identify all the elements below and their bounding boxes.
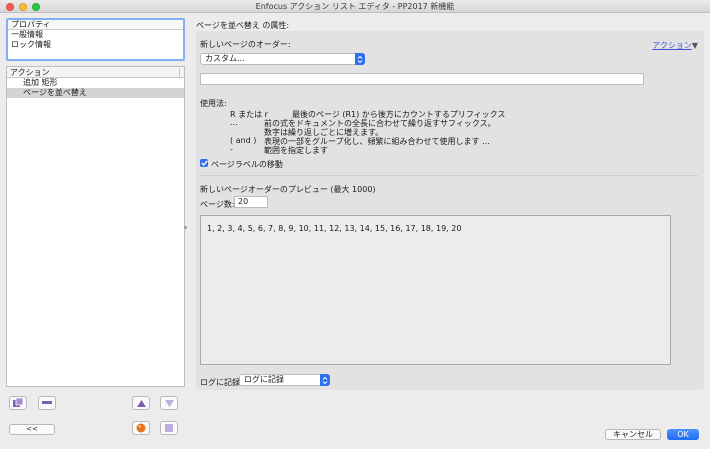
move-up-button[interactable] (132, 396, 150, 410)
usage-label: 使用法: (200, 99, 227, 108)
log-label: ログに記録 (200, 378, 240, 387)
stop-square-icon (165, 424, 173, 432)
stop-action-button[interactable] (160, 421, 178, 435)
divider (200, 175, 698, 176)
properties-item-general[interactable]: 一般情報 (8, 30, 183, 40)
move-labels-checkbox[interactable] (200, 159, 208, 167)
move-down-button[interactable] (160, 396, 178, 410)
usage-desc: 範囲を指定します (264, 146, 328, 155)
actions-header-label: アクション (10, 68, 50, 77)
custom-order-input[interactable] (200, 73, 644, 85)
properties-item-lock[interactable]: ロック情報 (8, 40, 183, 50)
window-title: Enfocus アクション リスト エディタ - PP2017 新機能 (255, 2, 455, 11)
order-label: 新しいページのオーダー: (200, 40, 291, 49)
triangle-up-icon (136, 399, 146, 407)
preview-area: 1, 2, 3, 4, 5, 6, 7, 8, 9, 10, 11, 12, 1… (200, 215, 671, 365)
preview-text: 1, 2, 3, 4, 5, 6, 7, 8, 9, 10, 11, 12, 1… (207, 224, 462, 233)
column-separator (179, 68, 180, 77)
triangle-down-icon: ▼ (691, 41, 698, 50)
cancel-button[interactable]: キャンセル (605, 429, 661, 440)
checkmark-icon (200, 160, 208, 166)
chevron-updown-icon (355, 53, 365, 65)
action-menu-label: アクション (652, 41, 692, 50)
action-item-add-rectangle[interactable]: 追加 矩形 (7, 78, 184, 88)
add-action-button[interactable] (9, 396, 27, 410)
triangle-down-icon (164, 399, 174, 407)
ok-button[interactable]: OK (667, 429, 699, 440)
run-action-button[interactable] (132, 421, 150, 435)
usage-key: - (230, 145, 233, 154)
order-select[interactable]: カスタム... (200, 53, 365, 65)
page-count-label: ページ数: (200, 200, 235, 209)
preview-title: 新しいページオーダーのプレビュー (最大 1000) (200, 185, 376, 194)
log-select-value: ログに記録 (244, 375, 284, 384)
page-count-input[interactable]: 20 (234, 196, 268, 208)
splitter-handle[interactable] (184, 226, 187, 229)
remove-action-button[interactable] (38, 396, 56, 410)
action-menu-link[interactable]: アクション▼ (652, 40, 698, 51)
attributes-panel: 新しいページのオーダー: アクション▼ カスタム... 使用法: R または r… (196, 31, 704, 390)
order-select-value: カスタム... (205, 54, 245, 63)
title-bar: Enfocus アクション リスト エディタ - PP2017 新機能 (0, 0, 710, 13)
usage-key: ... (230, 118, 238, 127)
properties-list: プロパティ 一般情報 ロック情報 (6, 18, 185, 61)
actions-header: アクション (7, 67, 184, 78)
actions-list: アクション 追加 矩形 ページを並べ替え (6, 66, 185, 387)
action-item-reorder-pages[interactable]: ページを並べ替え (7, 88, 184, 98)
properties-header: プロパティ (8, 20, 183, 30)
add-action-icon (13, 398, 24, 407)
minus-icon (42, 401, 52, 404)
attributes-title: ページを並べ替え の属性: (196, 21, 290, 30)
orange-circle-icon (136, 423, 146, 433)
move-labels-label: ページラベルの移動 (211, 160, 283, 169)
collapse-button[interactable]: << (9, 424, 55, 435)
usage-key: ( and ) (230, 136, 257, 145)
log-select[interactable]: ログに記録 (239, 374, 330, 386)
chevron-updown-icon (320, 374, 330, 386)
